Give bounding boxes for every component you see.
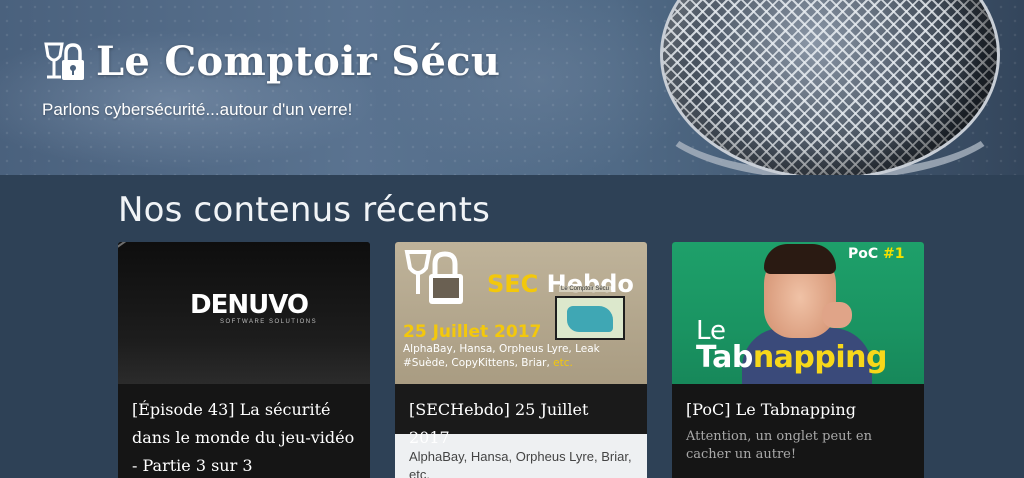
content-card[interactable]: SEC Hebdo Le Comptoir Sécu 25 Juillet 20… bbox=[395, 242, 647, 478]
site-tagline: Parlons cybersécurité...autour d'un verr… bbox=[42, 100, 353, 119]
site-header: Le Comptoir Sécu Parlons cybersécurité..… bbox=[0, 0, 1024, 175]
napping-part: napping bbox=[752, 340, 888, 375]
light-streak bbox=[118, 242, 136, 253]
card-description: Attention, un onglet peut en cacher un a… bbox=[686, 429, 872, 462]
wineglass-lock-icon bbox=[404, 250, 463, 304]
sec-heading-b: Hebdo bbox=[538, 270, 634, 298]
poc-number: #1 bbox=[883, 246, 905, 262]
pointing-hand bbox=[822, 302, 852, 328]
badge-image: Le Comptoir Sécu bbox=[555, 286, 625, 340]
sec-hebdo-heading: SEC Hebdo bbox=[487, 270, 634, 298]
badge-graphic bbox=[567, 306, 613, 332]
sec-hebdo-date: 25 Juillet 2017 bbox=[403, 322, 542, 342]
content-card[interactable]: PoC #1 Le Tabnapping [PoC] Le Tabnapping… bbox=[672, 242, 924, 478]
section-title: Nos contenus récents bbox=[118, 190, 491, 230]
sec-hebdo-topics: AlphaBay, Hansa, Orpheus Lyre, Leak #Suè… bbox=[403, 342, 613, 370]
poc-tag: PoC #1 bbox=[848, 246, 905, 262]
person-hair bbox=[764, 244, 836, 274]
poc-label: PoC bbox=[848, 246, 884, 262]
content-card[interactable]: DENUVO SOFTWARE SOLUTIONS [Épisode 43] L… bbox=[118, 242, 370, 478]
wineglass-lock-icon bbox=[44, 42, 84, 80]
denuvo-logo: DENUVO bbox=[190, 290, 309, 320]
brand[interactable]: Le Comptoir Sécu bbox=[42, 38, 500, 85]
card-title[interactable]: [PoC] Le Tabnapping bbox=[672, 384, 924, 424]
badge-label: Le Comptoir Sécu bbox=[559, 286, 612, 292]
card-thumbnail[interactable]: DENUVO SOFTWARE SOLUTIONS bbox=[118, 242, 370, 384]
card-thumbnail[interactable]: SEC Hebdo Le Comptoir Sécu 25 Juillet 20… bbox=[395, 242, 647, 384]
card-title[interactable]: [SECHebdo] 25 Juillet 2017 bbox=[395, 384, 647, 447]
card-title[interactable]: [Épisode 43] La sécurité dans le monde d… bbox=[118, 384, 370, 478]
sec-heading-a: SEC bbox=[487, 270, 539, 298]
topics-etc: etc. bbox=[549, 357, 573, 369]
site-title[interactable]: Le Comptoir Sécu bbox=[96, 38, 500, 85]
thumb-tabnapping: Tabnapping bbox=[696, 340, 888, 375]
tab-part: Tab bbox=[696, 340, 753, 375]
denuvo-subtitle: SOFTWARE SOLUTIONS bbox=[220, 319, 318, 325]
card-thumbnail[interactable]: PoC #1 Le Tabnapping bbox=[672, 242, 924, 384]
